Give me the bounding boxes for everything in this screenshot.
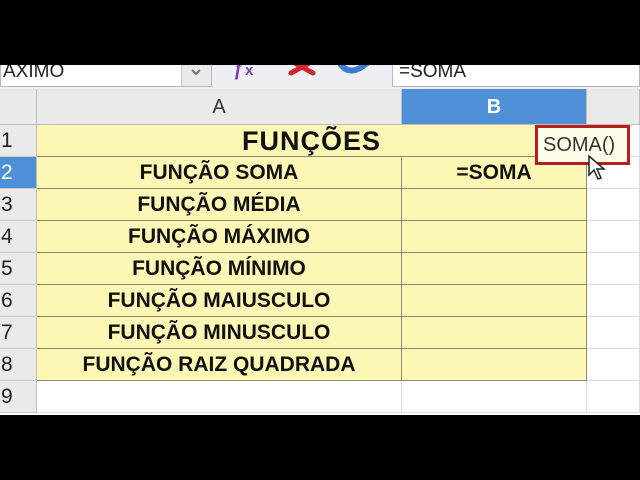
mouse-pointer-icon xyxy=(588,155,607,180)
name-box-dropdown-button[interactable] xyxy=(181,65,211,86)
cell-a2[interactable]: FUNÇÃO SOMA xyxy=(37,157,402,189)
cell-a9[interactable] xyxy=(37,381,402,413)
column-header-b[interactable]: B xyxy=(402,89,587,125)
cell-b7[interactable] xyxy=(402,317,587,349)
cell-a8[interactable]: FUNÇÃO RAIZ QUADRADA xyxy=(37,349,402,381)
accept-icon[interactable] xyxy=(337,65,370,87)
formula-input[interactable]: =SOMA xyxy=(392,65,640,87)
autocomplete-tooltip[interactable]: SOMA() xyxy=(535,125,630,165)
function-wizard-icon[interactable]: f x xyxy=(232,65,264,87)
formula-value: =SOMA xyxy=(399,65,467,82)
formula-toolbar: AXIMO f x =SOMA xyxy=(0,65,640,90)
cancel-icon[interactable] xyxy=(287,65,319,87)
cell-c6[interactable] xyxy=(587,285,640,317)
svg-text:f: f xyxy=(235,65,244,80)
cell-b3[interactable] xyxy=(402,189,587,221)
spreadsheet-window: AXIMO f x =SOMA A B 1 2 3 4 5 6 7 8 9 FU… xyxy=(0,65,640,415)
row-header-5[interactable]: 5 xyxy=(0,253,37,285)
cell-c8[interactable] xyxy=(587,349,640,381)
row-header-8[interactable]: 8 xyxy=(0,349,37,381)
select-all-corner[interactable] xyxy=(0,89,37,125)
cell-a6[interactable]: FUNÇÃO MAIUSCULO xyxy=(37,285,402,317)
cell-c7[interactable] xyxy=(587,317,640,349)
cell-a3[interactable]: FUNÇÃO MÉDIA xyxy=(37,189,402,221)
cell-a1-title[interactable]: FUNÇÕES xyxy=(37,125,587,157)
cell-a7[interactable]: FUNÇÃO MINUSCULO xyxy=(37,317,402,349)
row-header-1[interactable]: 1 xyxy=(0,125,37,157)
cell-b9[interactable] xyxy=(402,381,587,413)
row-header-3[interactable]: 3 xyxy=(0,189,37,221)
column-header-c[interactable] xyxy=(587,89,640,125)
cell-c9[interactable] xyxy=(587,381,640,413)
row-header-2[interactable]: 2 xyxy=(0,157,37,189)
cell-b8[interactable] xyxy=(402,349,587,381)
name-box-value: AXIMO xyxy=(3,65,65,82)
cell-b4[interactable] xyxy=(402,221,587,253)
cell-c4[interactable] xyxy=(587,221,640,253)
row-header-4[interactable]: 4 xyxy=(0,221,37,253)
svg-text:x: x xyxy=(245,65,254,79)
cell-c5[interactable] xyxy=(587,253,640,285)
name-box[interactable]: AXIMO xyxy=(0,65,212,87)
row-header-7[interactable]: 7 xyxy=(0,317,37,349)
cell-a5[interactable]: FUNÇÃO MÍNIMO xyxy=(37,253,402,285)
row-header-9[interactable]: 9 xyxy=(0,381,37,413)
column-header-a[interactable]: A xyxy=(37,89,402,125)
cell-b6[interactable] xyxy=(402,285,587,317)
cell-b5[interactable] xyxy=(402,253,587,285)
cell-c3[interactable] xyxy=(587,189,640,221)
cell-a4[interactable]: FUNÇÃO MÁXIMO xyxy=(37,221,402,253)
row-header-6[interactable]: 6 xyxy=(0,285,37,317)
